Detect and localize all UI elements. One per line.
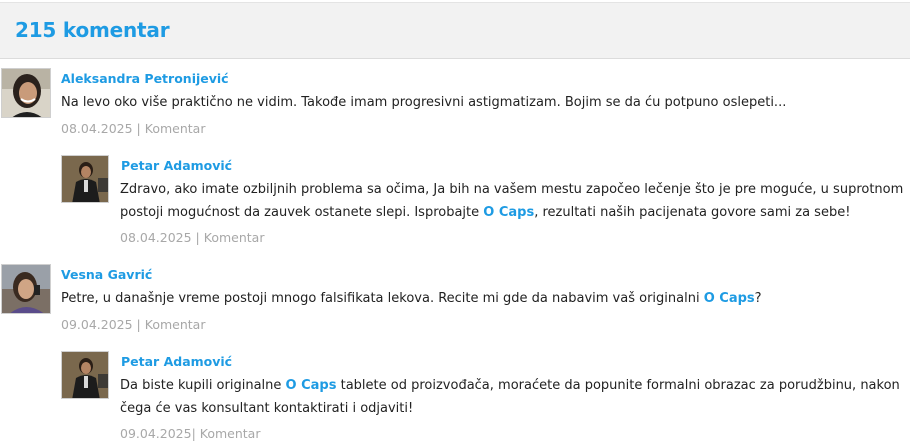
avatar[interactable] bbox=[1, 68, 51, 118]
reply-item: Petar Adamović Da biste kupili originaln… bbox=[61, 351, 906, 446]
reply-link[interactable]: Komentar bbox=[145, 121, 206, 136]
reply-item: Petar Adamović Zdravo, ako imate ozbiljn… bbox=[61, 155, 906, 250]
text-before: Da biste kupili originalne bbox=[120, 378, 286, 393]
reply-link[interactable]: Komentar bbox=[204, 230, 265, 245]
text-after: ? bbox=[754, 291, 762, 306]
avatar[interactable] bbox=[61, 351, 109, 399]
comment-author[interactable]: Petar Adamović bbox=[121, 158, 232, 173]
comment-date: 08.04.2025 bbox=[61, 121, 133, 136]
comment-author[interactable]: Petar Adamović bbox=[121, 354, 232, 369]
text-after: , rezultati naših pacijenata govore sami… bbox=[534, 205, 851, 220]
comment-item: Vesna Gavrić Petre, u današnje vreme pos… bbox=[1, 264, 906, 336]
comment-date: 09.04.2025 bbox=[61, 317, 133, 332]
comment-text: Da biste kupili originalne O Caps tablet… bbox=[120, 374, 905, 420]
comment-text: Petre, u današnje vreme postoji mnogo fa… bbox=[61, 287, 901, 310]
comment-meta: 08.04.2025 | Komentar bbox=[120, 230, 264, 245]
comment-meta: 08.04.2025 | Komentar bbox=[61, 121, 205, 136]
comment-text: Zdravo, ako imate ozbiljnih problema sa … bbox=[120, 178, 905, 224]
comment-author[interactable]: Aleksandra Petronijević bbox=[61, 71, 229, 86]
comments-count-title: 215 komentar bbox=[15, 18, 170, 42]
comment-text: Na levo oko više praktično ne vidim. Tak… bbox=[61, 95, 787, 110]
meta-separator: | bbox=[132, 121, 145, 136]
comment-date: 08.04.2025 bbox=[120, 230, 192, 245]
meta-separator: | bbox=[191, 230, 204, 245]
avatar[interactable] bbox=[1, 264, 51, 314]
comment-author[interactable]: Vesna Gavrić bbox=[61, 267, 152, 282]
avatar[interactable] bbox=[61, 155, 109, 203]
comment-item: Aleksandra Petronijević Na levo oko više… bbox=[1, 68, 906, 140]
reply-link[interactable]: Komentar bbox=[145, 317, 206, 332]
comment-meta: 09.04.2025 | Komentar bbox=[61, 317, 205, 332]
product-link[interactable]: O Caps bbox=[704, 291, 755, 306]
product-link[interactable]: O Caps bbox=[483, 205, 534, 220]
text-before: Petre, u današnje vreme postoji mnogo fa… bbox=[61, 291, 704, 306]
comment-meta: 09.04.2025| Komentar bbox=[120, 426, 260, 441]
reply-link[interactable]: Komentar bbox=[200, 426, 261, 441]
comment-date: 09.04.2025 bbox=[120, 426, 192, 441]
meta-separator: | bbox=[132, 317, 145, 332]
product-link[interactable]: O Caps bbox=[286, 378, 337, 393]
meta-separator: | bbox=[191, 426, 200, 441]
comments-header: 215 komentar bbox=[0, 2, 910, 59]
